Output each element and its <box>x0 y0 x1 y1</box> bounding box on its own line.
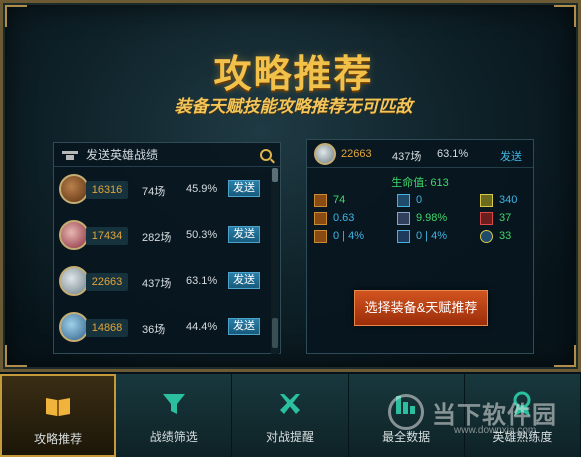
nav-tab-guide[interactable]: 攻略推荐 <box>0 374 117 457</box>
send-button[interactable]: 发送 <box>228 226 260 243</box>
hero-avatar <box>59 220 89 250</box>
scrollbar-thumb[interactable] <box>272 168 278 182</box>
history-panel-header: 发送英雄战绩 <box>54 143 280 167</box>
page-subtitle: 装备天赋技能攻略推荐无可匹敌 <box>174 97 413 116</box>
team-logo-icon <box>62 149 78 161</box>
history-row[interactable]: 22663 437场 63.1% 发送 <box>54 260 270 306</box>
stat-magic-resist: 37 <box>480 210 511 226</box>
history-row[interactable]: 17434 282场 50.3% 发送 <box>54 214 270 260</box>
stat-crit: 9.98% <box>397 210 447 226</box>
stat-move-speed: 33 <box>480 228 511 244</box>
stat-ability-power: 0 <box>397 192 422 208</box>
nav-tab-data[interactable]: 最全数据 <box>348 374 465 457</box>
armor-icon <box>480 193 493 207</box>
hero-detail-header: 22663 437场 63.1% 发送 <box>307 140 533 168</box>
history-panel-title: 发送英雄战绩 <box>86 148 159 162</box>
hero-id: 22663 <box>86 273 128 291</box>
attack-speed-icon <box>314 211 327 225</box>
nav-label: 攻略推荐 <box>34 432 83 446</box>
frame-corner <box>554 5 576 27</box>
hero-avatar <box>59 312 89 342</box>
games-count: 282场 <box>142 232 172 244</box>
nav-label: 对战提醒 <box>265 430 314 444</box>
armor-pen-icon <box>314 229 327 243</box>
bar-chart-icon <box>396 396 416 414</box>
hero-id: 22663 <box>341 148 372 160</box>
frame-corner <box>554 345 576 367</box>
nav-tab-mastery[interactable]: 英雄熟练度 <box>464 374 581 457</box>
history-row[interactable]: 14868 36场 44.4% 发送 <box>54 306 270 352</box>
magic-icon <box>397 193 410 207</box>
win-rate: 63.1% <box>186 275 218 287</box>
magic-pen-icon <box>397 229 410 243</box>
games-count: 74场 <box>142 186 166 198</box>
magic-resist-icon <box>480 211 493 225</box>
move-speed-icon <box>480 229 493 243</box>
history-list: 16316 74场 45.9% 发送 17434 282场 50.3% 发送 2… <box>54 168 270 352</box>
games-count: 437场 <box>392 151 422 163</box>
filter-icon <box>162 394 185 414</box>
frame-corner <box>5 345 27 367</box>
hp-label: 生命值: 613 <box>391 177 449 189</box>
search-icon[interactable] <box>260 148 272 161</box>
hero-avatar <box>314 143 336 165</box>
stat-magic-pen: 0 | 4% <box>397 228 447 244</box>
crossed-swords-icon <box>279 394 300 414</box>
crit-icon <box>397 211 410 225</box>
win-rate: 50.3% <box>186 229 218 241</box>
stat-armor: 340 <box>480 192 517 208</box>
stat-attack-speed: 0.63 <box>314 210 354 226</box>
games-count: 36场 <box>142 324 166 336</box>
hero-id: 17434 <box>86 227 128 245</box>
history-row[interactable]: 16316 74场 45.9% 发送 <box>54 168 270 214</box>
nav-label: 最全数据 <box>382 430 431 444</box>
book-icon <box>46 398 71 416</box>
hero-avatar <box>59 174 89 204</box>
hero-id: 16316 <box>86 181 128 199</box>
nav-label: 战绩筛选 <box>149 430 198 444</box>
win-rate: 45.9% <box>186 183 218 195</box>
scrollbar-track-mark <box>272 318 278 348</box>
games-count: 437场 <box>142 278 172 290</box>
bottom-nav: 攻略推荐 战绩筛选 对战提醒 最全数据 英雄熟练度 <box>0 374 581 457</box>
win-rate: 44.4% <box>186 321 218 333</box>
nav-tab-filter[interactable]: 战绩筛选 <box>116 374 233 457</box>
frame-corner <box>5 5 27 27</box>
hero-avatar <box>59 266 89 296</box>
page-title: 攻略推荐 <box>213 52 374 96</box>
history-panel: 发送英雄战绩 16316 74场 45.9% 发送 17434 282场 50.… <box>53 142 281 354</box>
stat-armor-pen: 0 | 4% <box>314 228 364 244</box>
nav-label: 英雄熟练度 <box>492 430 553 444</box>
recommend-items-runes-button[interactable]: 选择装备&天赋推荐 <box>354 290 488 326</box>
nav-tab-battle-alert[interactable]: 对战提醒 <box>232 374 349 457</box>
history-scrollbar[interactable] <box>271 168 279 354</box>
hero-detail-panel: 22663 437场 63.1% 发送 生命值: 613 74 0 340 0.… <box>306 139 534 354</box>
win-rate: 63.1% <box>437 148 469 160</box>
send-button[interactable]: 发送 <box>228 318 260 335</box>
main-frame: 攻略推荐 装备天赋技能攻略推荐无可匹敌 发送英雄战绩 16316 74场 45.… <box>0 0 581 372</box>
medal-icon <box>513 391 531 416</box>
send-link[interactable]: 发送 <box>500 148 522 164</box>
send-button[interactable]: 发送 <box>228 272 260 289</box>
hero-id: 14868 <box>86 319 128 337</box>
send-button[interactable]: 发送 <box>228 180 260 197</box>
stat-attack-damage: 74 <box>314 192 345 208</box>
sword-icon <box>314 193 327 207</box>
